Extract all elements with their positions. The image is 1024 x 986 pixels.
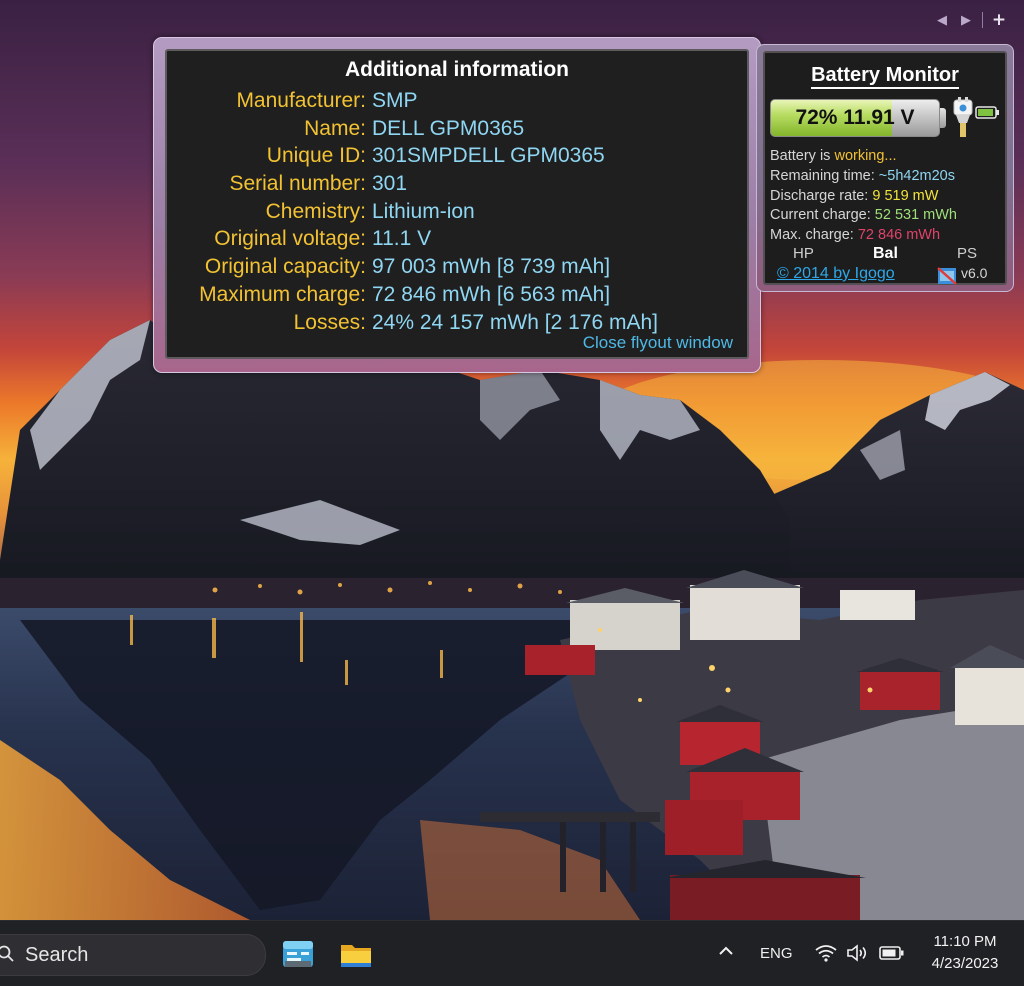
battery-terminal: [940, 108, 946, 128]
clock-date: 4/23/2023: [931, 955, 999, 972]
status-label: Battery is: [770, 148, 835, 164]
status-label: Max. charge:: [770, 227, 858, 244]
info-row-serial-number: Serial number: 301: [167, 170, 747, 198]
battery-readout: 72% 11.91 V: [795, 106, 915, 129]
clock-time: 11:10 PM: [933, 933, 997, 950]
status-label: Remaining time:: [770, 167, 879, 184]
info-value: SMP: [372, 89, 418, 112]
gadget-panel: Battery Monitor 72% 11.91 V Battery is w…: [763, 51, 1007, 285]
info-list: Manufacturer: SMP Name: DELL GPM0365 Uni…: [167, 87, 747, 336]
info-value: 72 846 mWh [6 563 mAh]: [372, 282, 611, 306]
info-label: Serial number:: [229, 172, 366, 196]
update-disabled-icon[interactable]: [937, 266, 957, 286]
battery-monitor-gadget: Battery Monitor 72% 11.91 V Battery is w…: [756, 44, 1014, 292]
info-label: Chemistry:: [265, 199, 366, 223]
info-label: Maximum charge:: [199, 282, 366, 306]
remaining-time-line: Remaining time: ~5h42m20s: [770, 167, 1006, 187]
info-value: DELL GPM0365: [372, 116, 525, 140]
info-label: Unique ID:: [266, 144, 366, 168]
power-mode-power-saver[interactable]: PS: [957, 245, 977, 262]
status-value: 72 846 mWh: [857, 227, 941, 244]
search-placeholder: Search: [25, 944, 89, 966]
volume-icon[interactable]: [846, 943, 870, 963]
language-indicator[interactable]: ENG: [760, 945, 793, 962]
widgets-icon[interactable]: [281, 937, 315, 971]
taskbar-search-box[interactable]: Search: [0, 934, 266, 976]
info-row-name: Name: DELL GPM0365: [167, 115, 747, 143]
info-value: Lithium-ion: [372, 199, 475, 223]
info-row-maximum-charge: Maximum charge: 72 846 mWh [6 563 mAh]: [167, 281, 747, 309]
info-row-manufacturer: Manufacturer: SMP: [167, 87, 747, 115]
next-gadget-icon[interactable]: ▶: [958, 13, 974, 28]
info-value: 301: [372, 172, 408, 196]
status-value: working...: [834, 148, 897, 164]
search-icon: [0, 945, 14, 962]
info-value: 301SMPDELL GPM0365: [372, 144, 605, 168]
gadget-controls: ◀ ▶ +: [934, 10, 1007, 30]
power-mode-high-performance[interactable]: HP: [793, 245, 814, 262]
flyout-panel: Additional information Manufacturer: SMP…: [165, 49, 749, 359]
info-value: 11.1 V: [372, 227, 432, 251]
controls-divider: [982, 12, 983, 28]
gadget-title[interactable]: Battery Monitor: [765, 64, 1005, 89]
ac-plug-icon: [953, 97, 999, 137]
status-label: Current charge:: [770, 207, 875, 224]
current-charge-line: Current charge: 52 531 mWh: [770, 206, 1006, 226]
power-plan-modes: HP Bal PS: [765, 245, 1005, 265]
credit-row: © 2014 by Igogo v6.0: [765, 265, 1005, 285]
wifi-icon[interactable]: [814, 943, 838, 963]
previous-gadget-icon[interactable]: ◀: [934, 13, 950, 28]
gadget-title-text: Battery Monitor: [811, 64, 959, 89]
info-label: Original capacity:: [204, 255, 366, 279]
discharge-rate-line: Discharge rate: 9 519 mW: [770, 187, 1006, 207]
max-charge-line: Max. charge: 72 846 mWh: [770, 226, 1006, 246]
info-row-original-capacity: Original capacity: 97 003 mWh [8 739 mAh…: [167, 253, 747, 281]
status-value: 52 531 mWh: [874, 207, 957, 224]
status-lines: Battery is working... Remaining time: ~5…: [770, 147, 1006, 246]
info-row-original-voltage: Original voltage: 11.1 V: [167, 225, 747, 253]
info-label: Losses:: [293, 310, 366, 334]
power-mode-balanced[interactable]: Bal: [873, 245, 898, 263]
credit-link[interactable]: © 2014 by Igogo: [777, 265, 895, 283]
status-label: Discharge rate:: [770, 187, 873, 204]
info-label: Original voltage:: [214, 227, 366, 251]
info-label: Name:: [304, 116, 366, 140]
info-row-chemistry: Chemistry: Lithium-ion: [167, 198, 747, 226]
info-value: 97 003 mWh [8 739 mAh]: [372, 255, 611, 279]
taskbar: Search ENG 11:10 PM 4/23/2023: [0, 920, 1024, 986]
battery-level-bar[interactable]: 72% 11.91 V: [770, 99, 940, 137]
info-row-unique-id: Unique ID: 301SMPDELL GPM0365: [167, 142, 747, 170]
close-flyout-link[interactable]: Close flyout window: [583, 333, 733, 353]
system-clock[interactable]: 11:10 PM 4/23/2023: [918, 931, 1012, 975]
status-value: ~5h42m20s: [878, 167, 955, 184]
chevron-up-icon[interactable]: [716, 941, 736, 961]
flyout-title: Additional information: [345, 58, 569, 81]
add-gadget-icon[interactable]: +: [991, 10, 1007, 30]
status-value: 9 519 mW: [872, 187, 939, 204]
battery-icon[interactable]: [879, 945, 905, 961]
battery-state-line: Battery is working...: [770, 147, 1006, 167]
file-explorer-icon[interactable]: [339, 937, 373, 971]
version-label: v6.0: [961, 265, 988, 281]
additional-info-flyout: Additional information Manufacturer: SMP…: [153, 37, 761, 373]
info-label: Manufacturer:: [236, 89, 366, 112]
